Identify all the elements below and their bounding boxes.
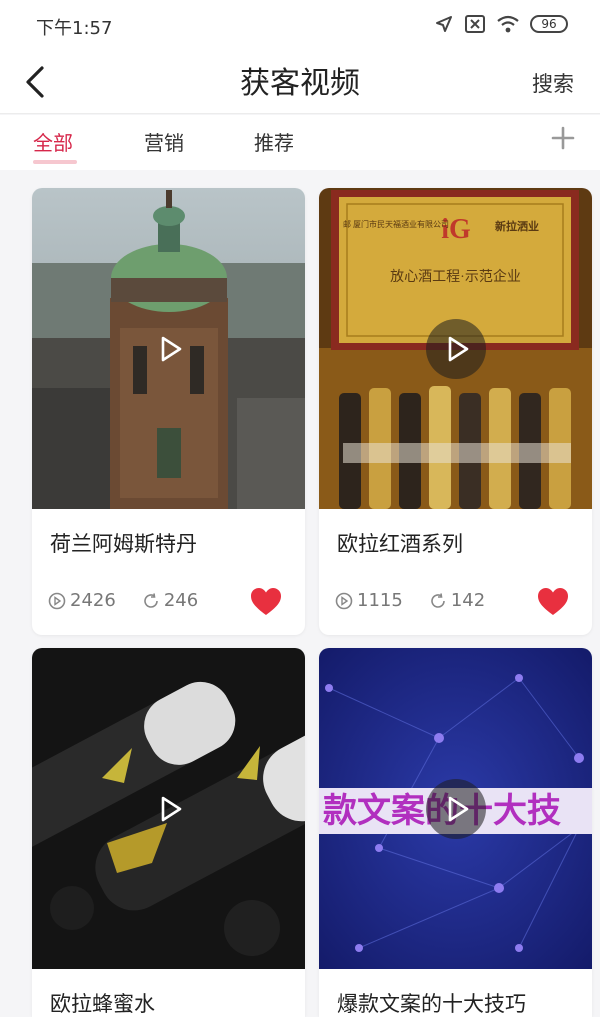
video-card[interactable]: 款文案的十大技 爆款文案的十大技巧 — [319, 648, 592, 1017]
nav-bar: 获客视频 搜索 — [0, 50, 600, 114]
video-title: 欧拉红酒系列 — [337, 532, 463, 556]
video-title: 欧拉蜂蜜水 — [50, 992, 155, 1016]
video-thumbnail[interactable]: iG 邮 厦门市民天福酒业有限公司 新拉洒业 放心酒工程·示范企业 — [319, 188, 592, 509]
refresh-icon — [144, 592, 158, 608]
heart-icon[interactable] — [536, 586, 570, 618]
page-title: 获客视频 — [240, 66, 360, 101]
play-count-icon — [48, 592, 66, 609]
play-button[interactable] — [426, 319, 486, 379]
play-icon — [448, 796, 469, 822]
view-count: 2426 — [48, 590, 116, 611]
play-button[interactable] — [139, 319, 199, 379]
video-card[interactable]: iG 邮 厦门市民天福酒业有限公司 新拉洒业 放心酒工程·示范企业 欧拉红酒系列… — [319, 188, 592, 635]
location-arrow-icon — [436, 16, 452, 32]
battery-indicator: 96 — [530, 15, 568, 33]
video-thumbnail[interactable] — [32, 188, 305, 509]
plaque-brand: 新拉洒业 — [495, 221, 539, 233]
tab-marketing[interactable]: 营销 — [144, 127, 184, 156]
status-time: 下午1:57 — [36, 18, 113, 39]
play-count-icon — [335, 592, 353, 609]
video-card[interactable]: 荷兰阿姆斯特丹 2426 246 — [32, 188, 305, 635]
video-title: 爆款文案的十大技巧 — [337, 992, 526, 1016]
play-icon — [448, 336, 469, 362]
video-stats: 1115 142 — [335, 590, 511, 611]
play-icon — [161, 796, 182, 822]
video-title: 荷兰阿姆斯特丹 — [50, 532, 197, 556]
refresh-icon — [431, 592, 445, 608]
play-button[interactable] — [139, 779, 199, 839]
video-thumbnail[interactable] — [32, 648, 305, 969]
status-icons: 96 — [434, 14, 568, 34]
status-bar: 下午1:57 96 — [0, 0, 600, 50]
search-button[interactable]: 搜索 — [532, 68, 574, 98]
wifi-icon — [497, 15, 519, 33]
play-icon — [161, 336, 182, 362]
heart-icon[interactable] — [249, 586, 283, 618]
video-card[interactable]: 欧拉蜂蜜水 — [32, 648, 305, 1017]
active-tab-indicator — [33, 160, 77, 164]
view-count: 1115 — [335, 590, 403, 611]
plaque-header: 邮 厦门市民天福酒业有限公司 — [343, 220, 449, 229]
category-tabs: 全部 营销 推荐 — [0, 115, 600, 170]
tab-all[interactable]: 全部 — [33, 127, 73, 156]
plaque-text: 放心酒工程·示范企业 — [390, 270, 521, 285]
video-stats: 2426 246 — [48, 590, 224, 611]
share-count: 246 — [142, 590, 198, 611]
video-thumbnail[interactable]: 款文案的十大技 — [319, 648, 592, 969]
tab-recommended[interactable]: 推荐 — [254, 127, 294, 156]
play-button[interactable] — [426, 779, 486, 839]
add-tab-icon[interactable] — [550, 125, 576, 151]
share-count: 142 — [429, 590, 485, 611]
sim-blocked-icon — [465, 15, 485, 33]
